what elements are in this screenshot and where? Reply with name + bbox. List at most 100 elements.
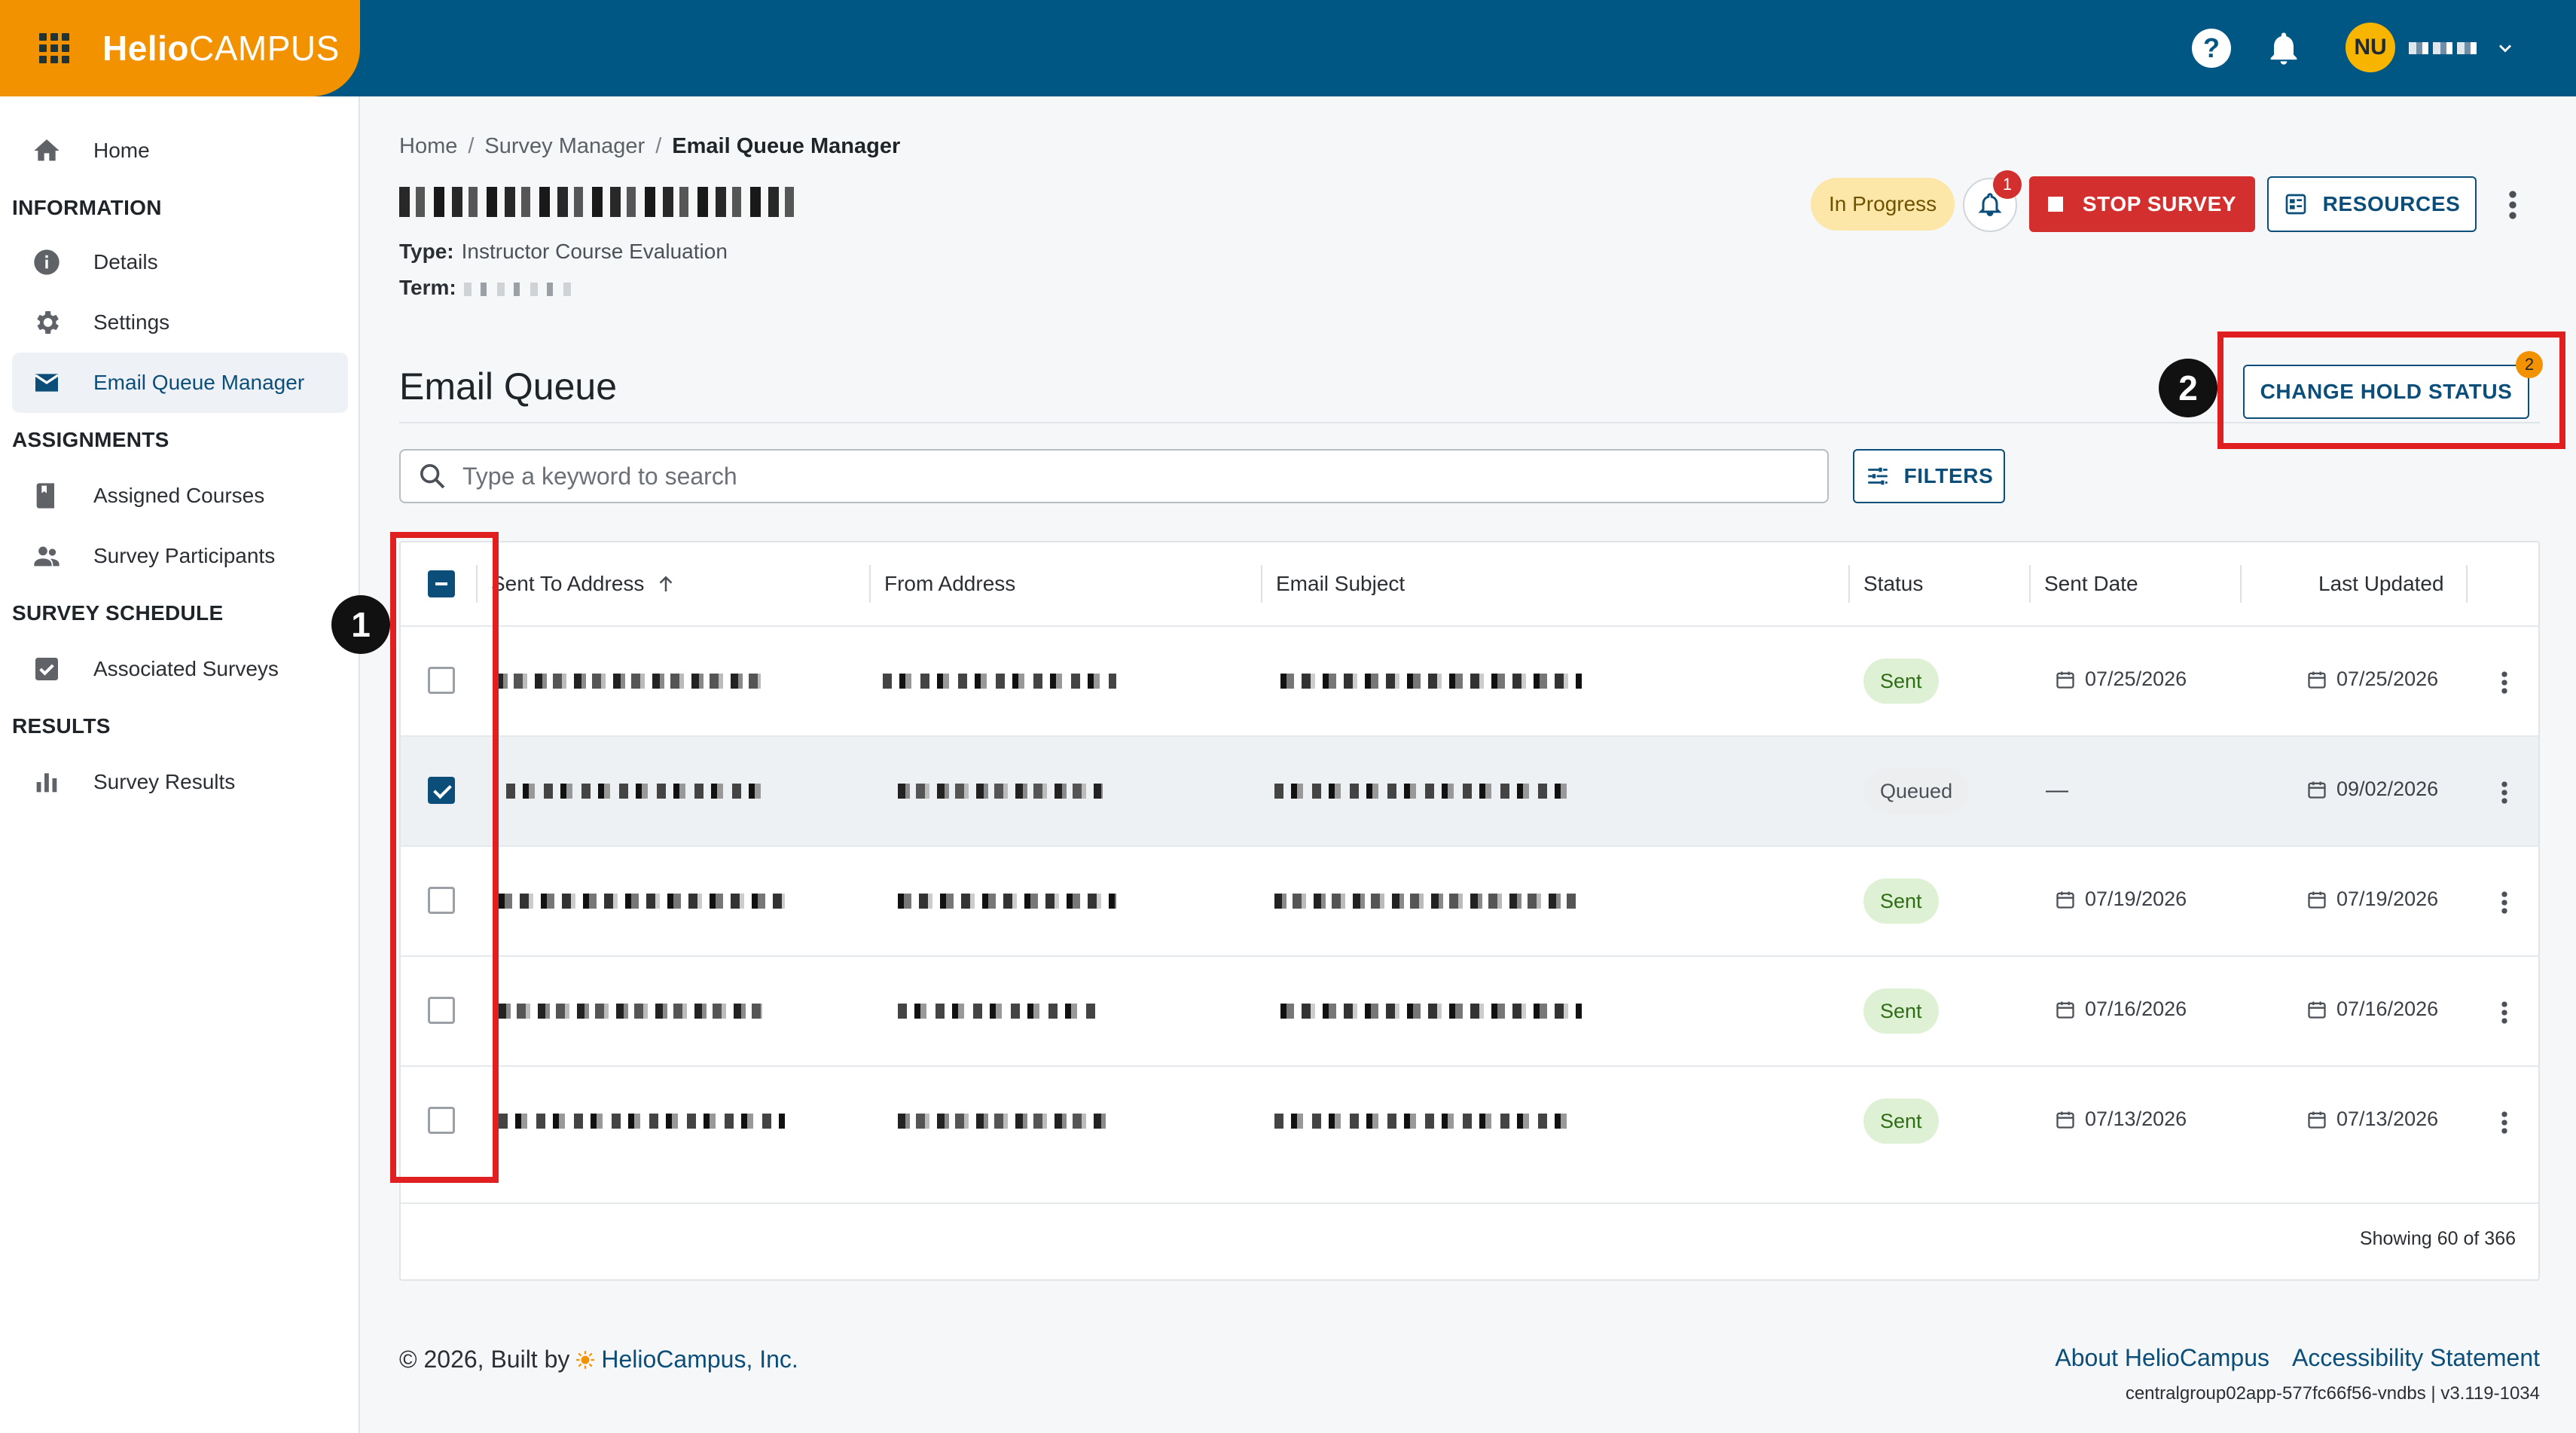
user-avatar[interactable]: NU: [2346, 23, 2395, 72]
accessibility-link[interactable]: Accessibility Statement: [2292, 1344, 2540, 1371]
sidebar-item-email-queue-manager[interactable]: Email Queue Manager: [12, 353, 348, 413]
resources-icon: [2285, 194, 2306, 215]
notifications-bell-icon[interactable]: [2264, 29, 2303, 68]
column-header-email-subject[interactable]: Email Subject: [1276, 542, 1405, 625]
subject-redacted: [1274, 1114, 1576, 1129]
apps-grid-icon[interactable]: [39, 33, 69, 63]
calendar-icon: [2056, 671, 2074, 689]
copyright: © 2026, Built by HelioCampus, Inc.: [399, 1346, 798, 1373]
last-updated: 07/13/2026: [2306, 1108, 2438, 1131]
calendar-icon: [2308, 1001, 2326, 1019]
people-icon: [30, 539, 63, 573]
from-redacted: [898, 894, 1116, 909]
table-row[interactable]: Sent 07/25/2026 07/25/2026: [401, 625, 2538, 735]
more-options-icon[interactable]: [2499, 184, 2526, 226]
about-link[interactable]: About HelioCampus: [2055, 1344, 2269, 1371]
calendar-icon: [2308, 671, 2326, 689]
status-badge: Sent: [1863, 658, 1939, 704]
page-title: Email Queue: [399, 365, 618, 408]
last-updated: 07/16/2026: [2306, 998, 2438, 1021]
survey-term: Term:: [399, 276, 577, 300]
annotation-highlight-checkbox-column: [390, 532, 499, 1183]
help-icon[interactable]: ?: [2192, 29, 2231, 68]
annotation-step-1: 1: [331, 595, 390, 654]
survey-type: Type: Instructor Course Evaluation: [399, 240, 728, 263]
sidebar-item-label: Settings: [93, 310, 170, 334]
from-redacted: [898, 1114, 1106, 1129]
column-header-from-address[interactable]: From Address: [884, 542, 1015, 625]
brand-area: HelioCAMPUS: [0, 0, 360, 96]
table-row[interactable]: Sent 07/19/2026 07/19/2026: [401, 845, 2538, 955]
resources-button[interactable]: RESOURCES: [2267, 176, 2477, 232]
pagination-count: Showing 60 of 366: [2359, 1228, 2516, 1249]
sidebar-heading-information: INFORMATION: [12, 196, 162, 219]
sent-to-redacted: [499, 894, 785, 909]
search-input[interactable]: [461, 461, 1741, 491]
chevron-down-icon[interactable]: [2495, 38, 2516, 59]
filters-icon: [1867, 467, 1888, 485]
user-name-redacted[interactable]: [2409, 42, 2477, 54]
sidebar-heading-assignments: ASSIGNMENTS: [12, 428, 169, 451]
from-redacted: [898, 1004, 1101, 1019]
notification-count-badge: 1: [1993, 170, 2022, 199]
status-badge: Sent: [1863, 878, 1939, 924]
row-more-options-icon[interactable]: [2493, 996, 2516, 1029]
calendar-icon: [2056, 891, 2074, 909]
from-redacted: [883, 674, 1116, 689]
table-row[interactable]: Sent 07/16/2026 07/16/2026: [401, 955, 2538, 1065]
sidebar-heading-survey-schedule: SURVEY SCHEDULE: [12, 601, 224, 625]
filters-button[interactable]: FILTERS: [1853, 449, 2005, 503]
column-header-sent-to[interactable]: Sent To Address: [491, 542, 677, 625]
calendar-icon: [2056, 1111, 2074, 1129]
column-header-last-updated[interactable]: Last Updated: [2318, 542, 2444, 625]
sidebar-heading-results: RESULTS: [12, 714, 111, 738]
app-logo[interactable]: HelioCAMPUS: [102, 28, 340, 69]
book-icon: [30, 479, 63, 512]
subject-redacted: [1280, 674, 1582, 689]
sent-date: 07/19/2026: [2055, 888, 2187, 911]
from-redacted: [898, 784, 1103, 799]
sort-ascending-icon: [660, 576, 673, 591]
row-more-options-icon[interactable]: [2493, 776, 2516, 809]
breadcrumb: Home / Survey Manager / Email Queue Manager: [399, 134, 901, 158]
term-redacted: [463, 282, 577, 296]
stop-survey-button[interactable]: STOP SURVEY: [2029, 176, 2255, 232]
breadcrumb-survey-manager[interactable]: Survey Manager: [484, 134, 645, 158]
sidebar-item-label: Survey Participants: [93, 544, 276, 567]
sidebar-item-home[interactable]: Home: [12, 121, 348, 181]
sidebar-item-survey-participants[interactable]: Survey Participants: [12, 526, 348, 586]
calendar-icon: [2308, 891, 2326, 909]
column-header-sent-date[interactable]: Sent Date: [2044, 542, 2138, 625]
column-header-status[interactable]: Status: [1863, 542, 1923, 625]
sidebar-item-settings[interactable]: Settings: [12, 292, 348, 353]
row-more-options-icon[interactable]: [2493, 1106, 2516, 1139]
sidebar-item-details[interactable]: Details: [12, 232, 348, 292]
table-row[interactable]: Sent 07/13/2026 07/13/2026: [401, 1065, 2538, 1175]
row-more-options-icon[interactable]: [2493, 886, 2516, 919]
sent-date: 07/25/2026: [2055, 668, 2187, 691]
gear-icon: [30, 306, 63, 339]
sidebar-item-associated-surveys[interactable]: Associated Surveys: [12, 639, 348, 699]
sent-date: —: [2046, 778, 2068, 802]
status-badge: Sent: [1863, 1098, 1939, 1144]
table-row[interactable]: Queued — 09/02/2026: [401, 735, 2538, 845]
sidebar-item-label: Home: [93, 139, 150, 162]
sent-to-redacted: [499, 1004, 762, 1019]
change-hold-status-button[interactable]: CHANGE HOLD STATUS: [2243, 365, 2529, 419]
survey-title-redacted: [399, 187, 794, 217]
sidebar-item-label: Email Queue Manager: [93, 371, 305, 394]
status-badge: In Progress: [1811, 178, 1955, 231]
breadcrumb-home[interactable]: Home: [399, 134, 457, 158]
sent-to-redacted: [506, 784, 762, 799]
stop-icon: [2047, 197, 2063, 212]
table-footer-divider: [401, 1202, 2538, 1204]
calendar-icon: [2308, 1111, 2326, 1129]
last-updated: 07/25/2026: [2306, 668, 2438, 691]
checkbox-icon: [30, 652, 63, 686]
company-link[interactable]: HelioCampus, Inc.: [601, 1346, 798, 1373]
sent-date: 07/16/2026: [2055, 998, 2187, 1021]
row-more-options-icon[interactable]: [2493, 666, 2516, 699]
sidebar-item-assigned-courses[interactable]: Assigned Courses: [12, 466, 348, 526]
top-bar: HelioCAMPUS ? NU: [0, 0, 2576, 96]
sidebar-item-survey-results[interactable]: Survey Results: [12, 752, 348, 812]
